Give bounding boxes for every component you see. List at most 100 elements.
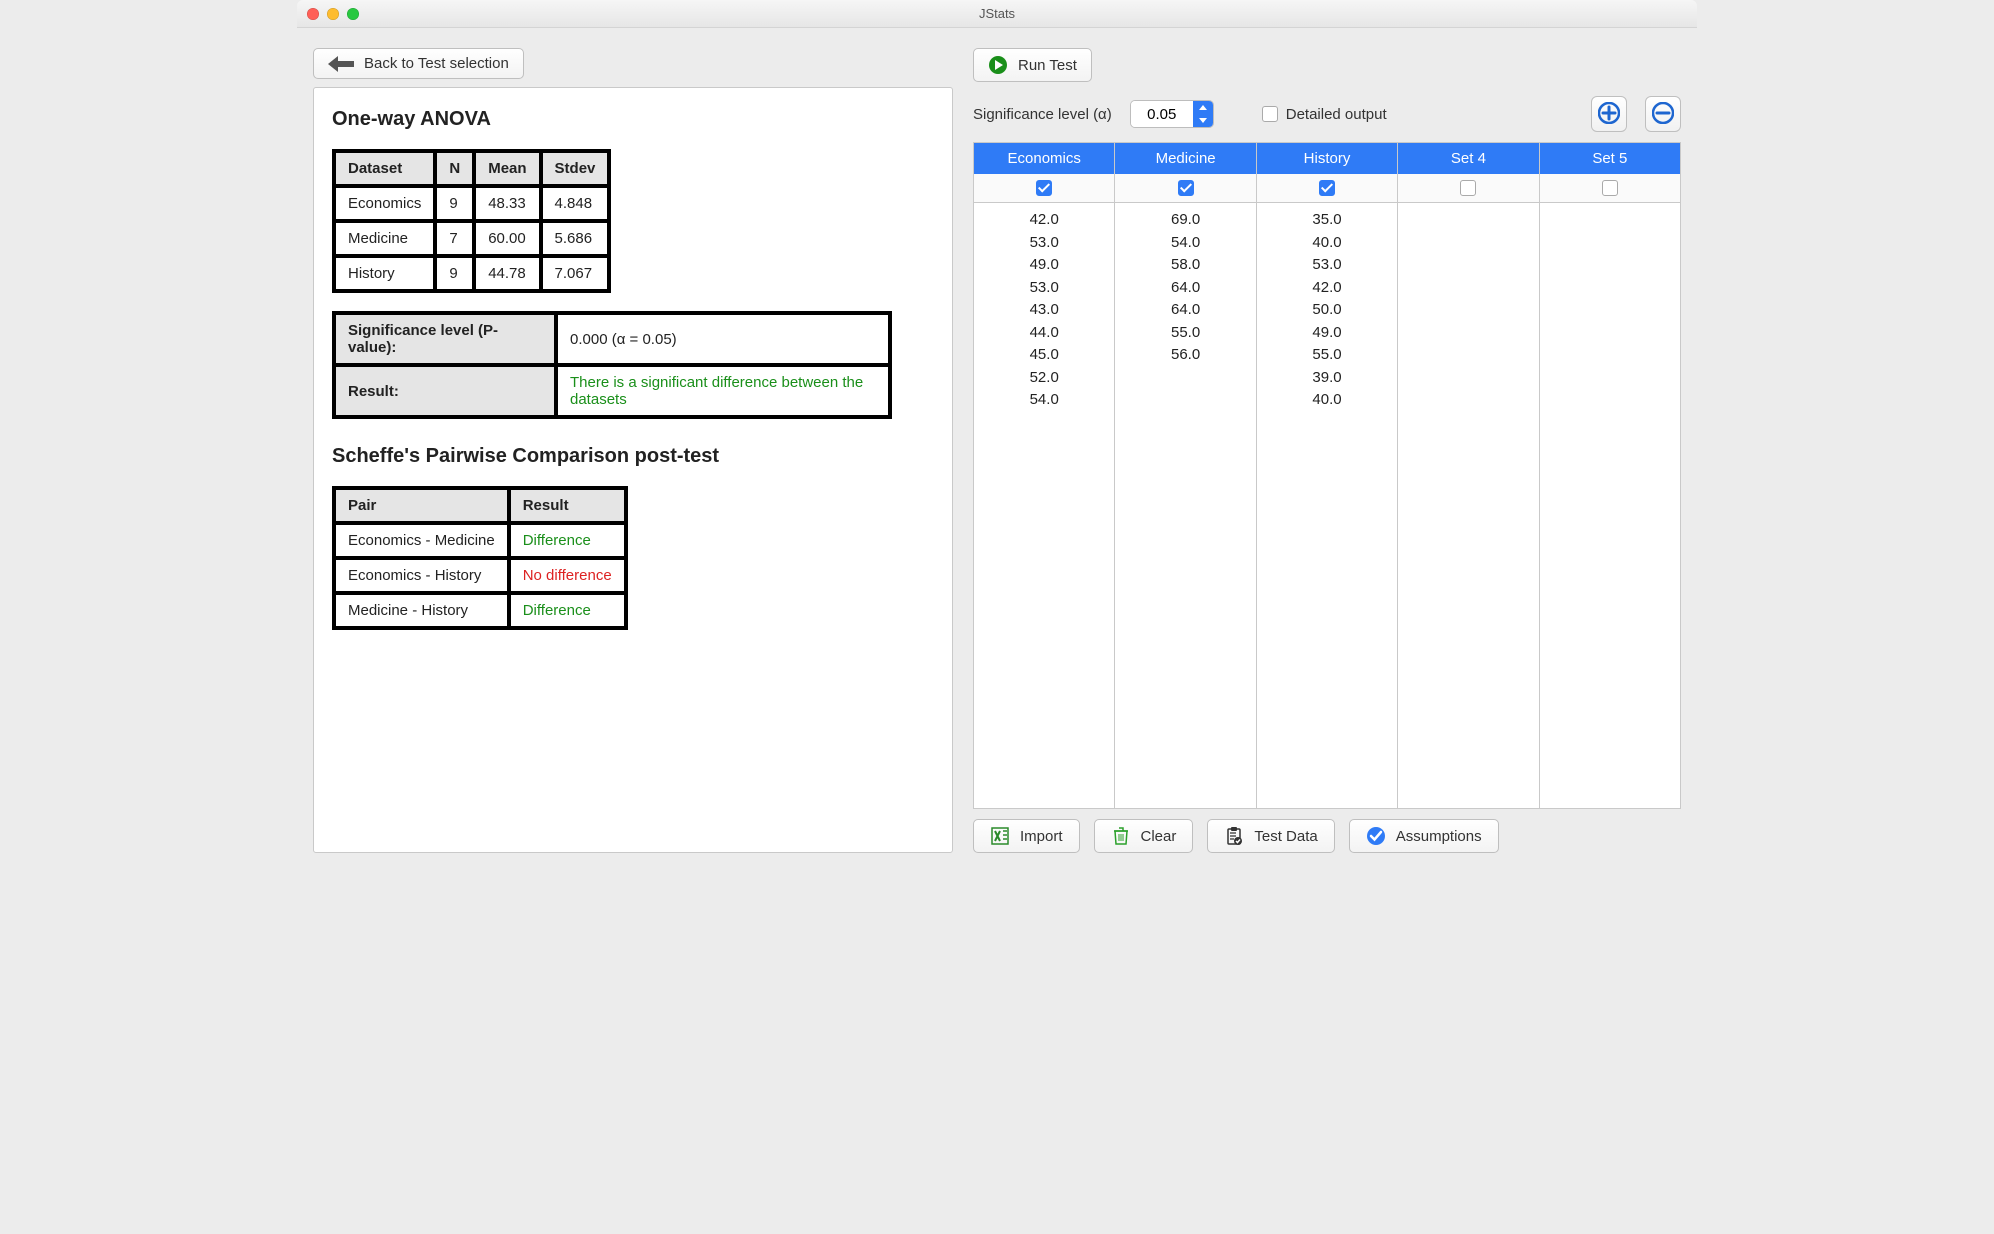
anova-heading: One-way ANOVA	[332, 108, 934, 131]
column-header[interactable]: Set 5	[1540, 143, 1680, 174]
data-cell[interactable]: 58.0	[1115, 254, 1255, 277]
column-include-checkbox[interactable]	[1036, 180, 1052, 196]
column-check-row	[1115, 174, 1255, 203]
data-column[interactable]: History35.040.053.042.050.049.055.039.04…	[1257, 143, 1398, 809]
data-cell[interactable]: 64.0	[1115, 277, 1255, 300]
data-cell[interactable]: 45.0	[974, 344, 1114, 367]
data-cell[interactable]: 53.0	[974, 232, 1114, 255]
data-cell[interactable]: 43.0	[974, 299, 1114, 322]
column-check-row	[1398, 174, 1538, 203]
data-cell[interactable]: 52.0	[974, 367, 1114, 390]
data-column[interactable]: Economics42.053.049.053.043.044.045.052.…	[974, 143, 1115, 809]
column-body[interactable]	[1540, 203, 1680, 809]
column-check-row	[1540, 174, 1680, 203]
table-row: Medicine 7 60.00 5.686	[335, 222, 608, 255]
data-cell[interactable]: 54.0	[974, 389, 1114, 412]
data-cell[interactable]: 53.0	[974, 277, 1114, 300]
data-cell[interactable]: 64.0	[1115, 299, 1255, 322]
zoom-window-button[interactable]	[347, 8, 359, 20]
data-column[interactable]: Set 4	[1398, 143, 1539, 809]
window-title: JStats	[297, 6, 1697, 21]
scheffe-heading: Scheffe's Pairwise Comparison post-test	[332, 445, 934, 468]
col-stdev: Stdev	[542, 152, 609, 185]
data-cell[interactable]: 42.0	[1257, 277, 1397, 300]
table-row: History 9 44.78 7.067	[335, 257, 608, 290]
stepper-up-icon[interactable]	[1193, 101, 1213, 114]
play-icon	[988, 55, 1008, 75]
data-column[interactable]: Medicine69.054.058.064.064.055.056.0	[1115, 143, 1256, 809]
minus-icon	[1652, 102, 1674, 127]
remove-column-button[interactable]	[1645, 96, 1681, 132]
column-include-checkbox[interactable]	[1460, 180, 1476, 196]
column-header[interactable]: Medicine	[1115, 143, 1255, 174]
data-cell[interactable]: 50.0	[1257, 299, 1397, 322]
stepper-arrows[interactable]	[1193, 101, 1213, 127]
data-cell[interactable]: 35.0	[1257, 209, 1397, 232]
col-dataset: Dataset	[335, 152, 434, 185]
data-cell[interactable]: 39.0	[1257, 367, 1397, 390]
close-window-button[interactable]	[307, 8, 319, 20]
stats-table: Dataset N Mean Stdev Economics 9 48.33 4…	[332, 149, 611, 293]
column-body[interactable]: 35.040.053.042.050.049.055.039.040.0	[1257, 203, 1397, 809]
data-cell[interactable]: 54.0	[1115, 232, 1255, 255]
detailed-output-label: Detailed output	[1286, 106, 1387, 123]
col-result: Result	[510, 489, 625, 522]
data-cell[interactable]: 55.0	[1257, 344, 1397, 367]
trash-icon	[1111, 826, 1131, 846]
result-value: There is a significant difference betwee…	[557, 366, 889, 416]
excel-import-icon	[990, 826, 1010, 846]
column-include-checkbox[interactable]	[1602, 180, 1618, 196]
import-button[interactable]: Import	[973, 819, 1080, 853]
data-cell[interactable]: 44.0	[974, 322, 1114, 345]
table-row: Economics - Medicine Difference	[335, 524, 625, 557]
titlebar: JStats	[297, 0, 1697, 28]
data-cell[interactable]: 40.0	[1257, 232, 1397, 255]
pairs-table: Pair Result Economics - Medicine Differe…	[332, 486, 628, 630]
column-body[interactable]	[1398, 203, 1538, 809]
column-header[interactable]: History	[1257, 143, 1397, 174]
significance-stepper[interactable]	[1130, 100, 1214, 128]
data-cell[interactable]: 40.0	[1257, 389, 1397, 412]
significance-label: Significance level (α)	[973, 106, 1112, 123]
assumptions-button[interactable]: Assumptions	[1349, 819, 1499, 853]
column-header[interactable]: Set 4	[1398, 143, 1538, 174]
output-panel: One-way ANOVA Dataset N Mean Stdev Econo…	[313, 87, 953, 853]
test-data-button[interactable]: Test Data	[1207, 819, 1334, 853]
column-include-checkbox[interactable]	[1319, 180, 1335, 196]
data-cell[interactable]: 42.0	[974, 209, 1114, 232]
table-row: Medicine - History Difference	[335, 594, 625, 627]
stepper-down-icon[interactable]	[1193, 114, 1213, 127]
back-button-label: Back to Test selection	[364, 55, 509, 72]
run-test-label: Run Test	[1018, 57, 1077, 74]
col-n: N	[436, 152, 473, 185]
data-cell[interactable]: 49.0	[1257, 322, 1397, 345]
clipboard-check-icon	[1224, 826, 1244, 846]
run-test-button[interactable]: Run Test	[973, 48, 1092, 82]
data-cell[interactable]: 53.0	[1257, 254, 1397, 277]
data-cell[interactable]: 56.0	[1115, 344, 1255, 367]
table-row: Economics 9 48.33 4.848	[335, 187, 608, 220]
col-pair: Pair	[335, 489, 508, 522]
plus-icon	[1598, 102, 1620, 127]
detailed-output-checkbox[interactable]	[1262, 106, 1278, 122]
column-check-row	[1257, 174, 1397, 203]
check-circle-icon	[1366, 826, 1386, 846]
significance-input[interactable]	[1131, 101, 1193, 127]
column-body[interactable]: 42.053.049.053.043.044.045.052.054.0	[974, 203, 1114, 809]
column-include-checkbox[interactable]	[1178, 180, 1194, 196]
column-header[interactable]: Economics	[974, 143, 1114, 174]
column-body[interactable]: 69.054.058.064.064.055.056.0	[1115, 203, 1255, 809]
data-grid[interactable]: Economics42.053.049.053.043.044.045.052.…	[973, 142, 1681, 809]
data-column[interactable]: Set 5	[1540, 143, 1681, 809]
data-cell[interactable]: 49.0	[974, 254, 1114, 277]
assumptions-label: Assumptions	[1396, 828, 1482, 845]
sig-value: 0.000 (α = 0.05)	[557, 314, 889, 364]
minimize-window-button[interactable]	[327, 8, 339, 20]
clear-button[interactable]: Clear	[1094, 819, 1194, 853]
back-button[interactable]: Back to Test selection	[313, 48, 524, 79]
add-column-button[interactable]	[1591, 96, 1627, 132]
data-cell[interactable]: 55.0	[1115, 322, 1255, 345]
data-cell[interactable]: 69.0	[1115, 209, 1255, 232]
sig-label: Significance level (P-value):	[335, 314, 555, 364]
result-label: Result:	[335, 366, 555, 416]
